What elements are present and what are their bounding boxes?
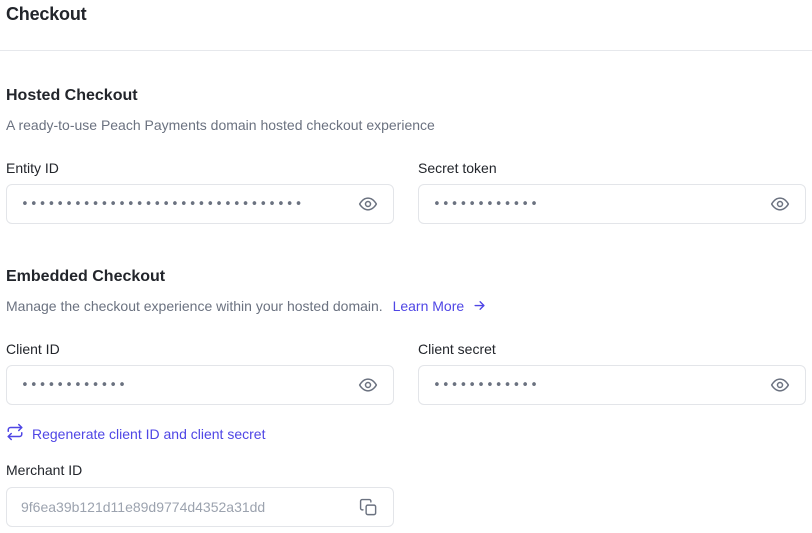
header-divider: [0, 50, 812, 51]
page-title: Checkout: [6, 4, 87, 24]
entity-id-label: Entity ID: [6, 160, 59, 176]
client-id-value: ••••••••••••: [21, 377, 127, 393]
embedded-checkout-description-row: Manage the checkout experience within yo…: [6, 298, 487, 316]
regenerate-credentials-button[interactable]: Regenerate client ID and client secret: [6, 423, 265, 444]
merchant-id-label: Merchant ID: [6, 462, 83, 478]
entity-id-field[interactable]: ••••••••••••••••••••••••••••••••: [6, 184, 394, 224]
eye-icon[interactable]: [357, 193, 379, 215]
client-secret-field[interactable]: ••••••••••••: [418, 365, 806, 405]
regenerate-credentials-label: Regenerate client ID and client secret: [32, 425, 266, 442]
client-id-label: Client ID: [6, 341, 60, 357]
eye-icon[interactable]: [769, 193, 791, 215]
client-id-field[interactable]: ••••••••••••: [6, 365, 394, 405]
secret-token-value: ••••••••••••: [433, 196, 539, 212]
embedded-checkout-title: Embedded Checkout: [6, 268, 166, 285]
client-secret-value: ••••••••••••: [433, 377, 539, 393]
entity-id-value: ••••••••••••••••••••••••••••••••: [21, 196, 304, 212]
arrow-right-icon: [472, 298, 487, 316]
copy-icon[interactable]: [357, 496, 379, 518]
refresh-arrows-icon: [6, 423, 24, 444]
merchant-id-field[interactable]: 9f6ea39b121d11e89d9774d4352a31dd: [6, 487, 394, 527]
hosted-checkout-description: A ready-to-use Peach Payments domain hos…: [6, 117, 435, 133]
client-secret-label: Client secret: [418, 341, 496, 357]
merchant-id-value: 9f6ea39b121d11e89d9774d4352a31dd: [21, 499, 266, 515]
learn-more-link[interactable]: Learn More: [393, 298, 487, 314]
learn-more-label: Learn More: [392, 298, 465, 314]
embedded-checkout-description: Manage the checkout experience within yo…: [6, 298, 383, 314]
hosted-checkout-title: Hosted Checkout: [6, 87, 138, 104]
secret-token-field[interactable]: ••••••••••••: [418, 184, 806, 224]
eye-icon[interactable]: [357, 374, 379, 396]
secret-token-label: Secret token: [418, 160, 497, 176]
eye-icon[interactable]: [769, 374, 791, 396]
